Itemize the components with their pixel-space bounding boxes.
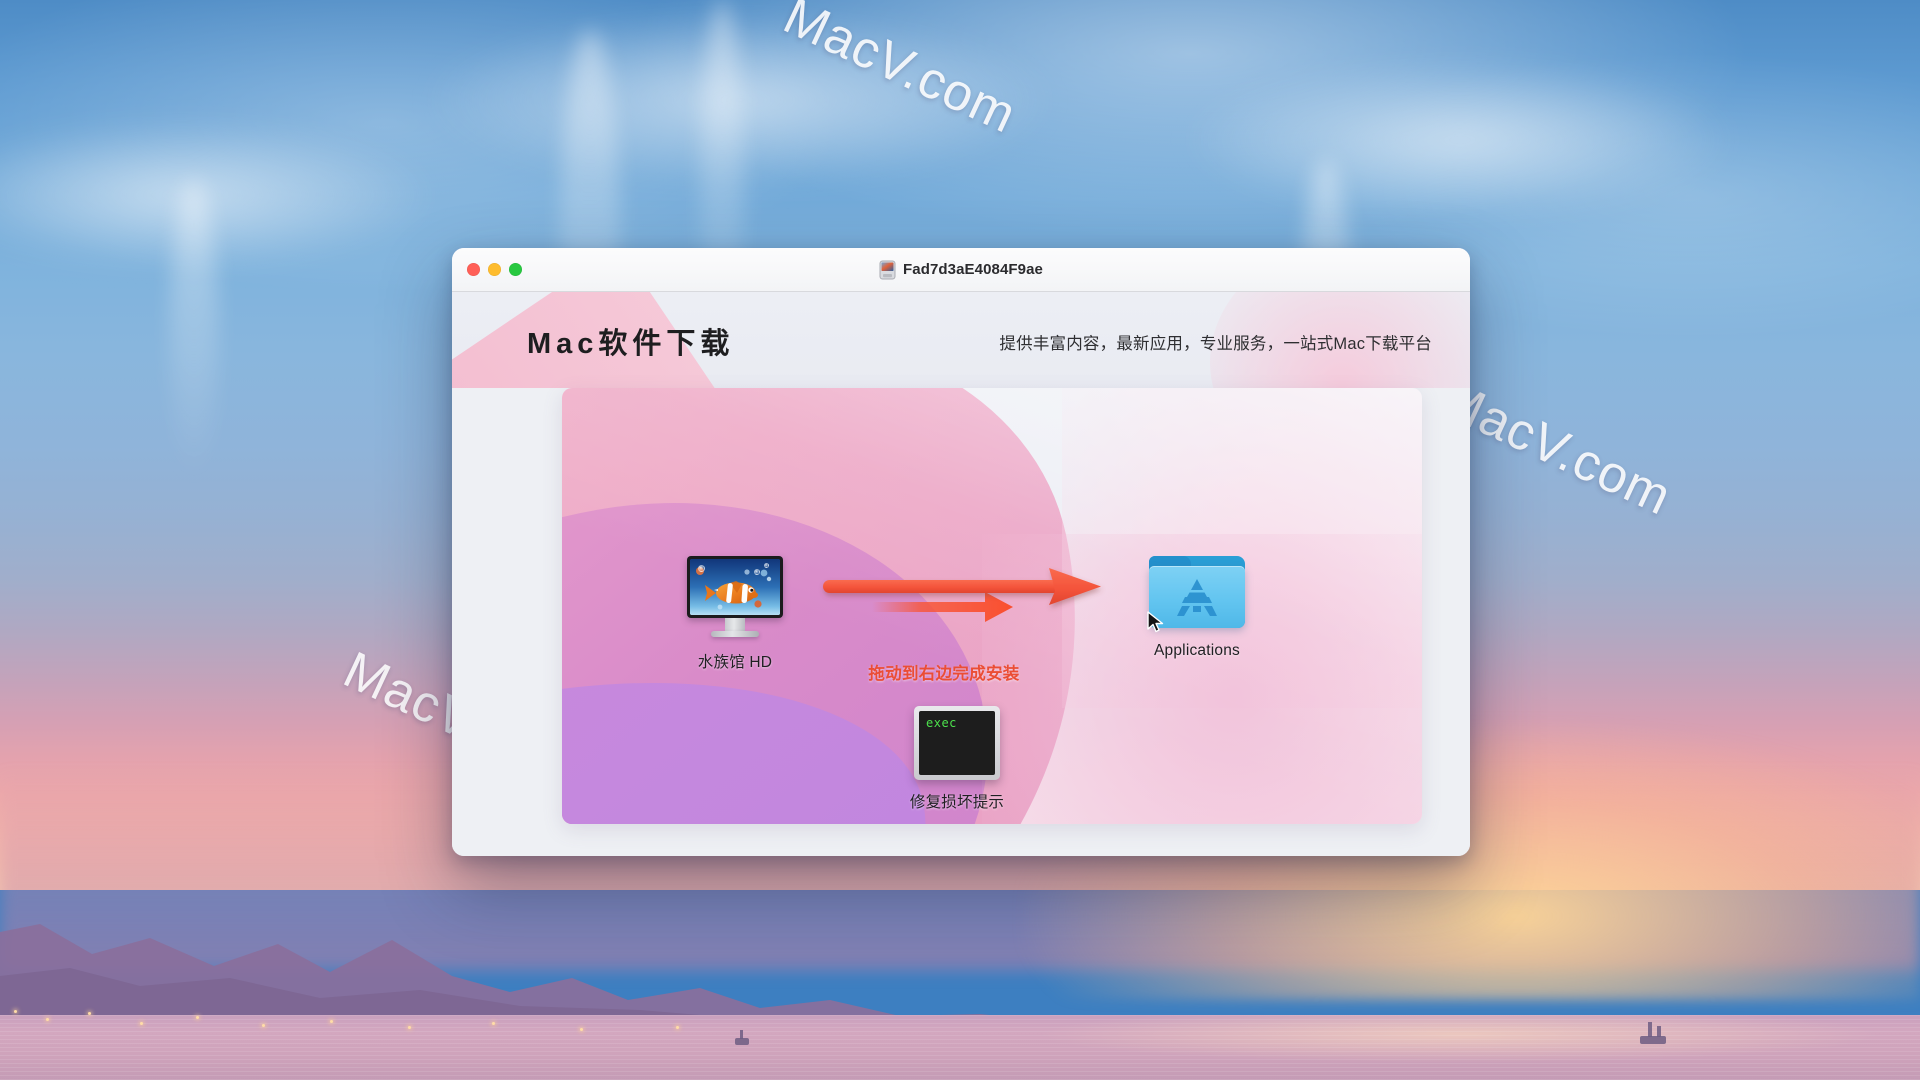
- imac-aquarium-app-icon[interactable]: [687, 556, 783, 640]
- city-lights: [0, 1000, 780, 1040]
- brand-title: Mac软件下载: [527, 328, 735, 360]
- drag-arrow: [817, 564, 1117, 638]
- applications-folder-label: Applications: [1154, 642, 1240, 659]
- ship: [1640, 1036, 1666, 1044]
- window-title: Fad7d3aE4084F9ae: [902, 261, 1044, 278]
- close-button[interactable]: [467, 263, 480, 276]
- applications-folder-icon[interactable]: [1147, 552, 1245, 633]
- cloud: [1180, 60, 1740, 220]
- window-body: Mac软件下载 提供丰富内容，最新应用，专业服务，一站式Mac下载平台 水族馆 …: [452, 292, 1470, 856]
- traffic-light-group: [467, 263, 522, 276]
- drag-hint-text: 拖动到右边完成安装: [868, 665, 1020, 683]
- terminal-exec-icon[interactable]: exec: [914, 706, 1000, 780]
- alias-arrow-icon: [1145, 610, 1167, 634]
- app-icon-item[interactable]: 水族馆 HD: [640, 556, 830, 672]
- installer-panel: 水族馆 HD 拖动到右边完成安装 Applications exec 修复损坏提…: [562, 388, 1422, 824]
- boat: [735, 1038, 749, 1045]
- brand-header: Mac软件下载 提供丰富内容，最新应用，专业服务，一站式Mac下载平台: [452, 292, 1470, 388]
- boat-mast: [740, 1030, 743, 1039]
- ship-mast: [1657, 1026, 1661, 1037]
- window-titlebar[interactable]: Fad7d3aE4084F9ae: [452, 248, 1470, 292]
- disk-image-icon: [879, 260, 896, 280]
- exec-script-label: 修复损坏提示: [909, 794, 1005, 811]
- terminal-screen-text: exec: [919, 711, 995, 775]
- cloud-streak: [170, 180, 218, 480]
- zoom-button[interactable]: [509, 263, 522, 276]
- ship-mast: [1648, 1022, 1652, 1037]
- exec-script-item[interactable]: exec 修复损坏提示: [862, 706, 1052, 812]
- dmg-installer-window: Fad7d3aE4084F9ae Mac软件下载 提供丰富内容，最新应用，专业服…: [452, 248, 1470, 856]
- applications-folder-item[interactable]: Applications: [1102, 552, 1292, 660]
- brand-tagline: 提供丰富内容，最新应用，专业服务，一站式Mac下载平台: [999, 335, 1432, 353]
- minimize-button[interactable]: [488, 263, 501, 276]
